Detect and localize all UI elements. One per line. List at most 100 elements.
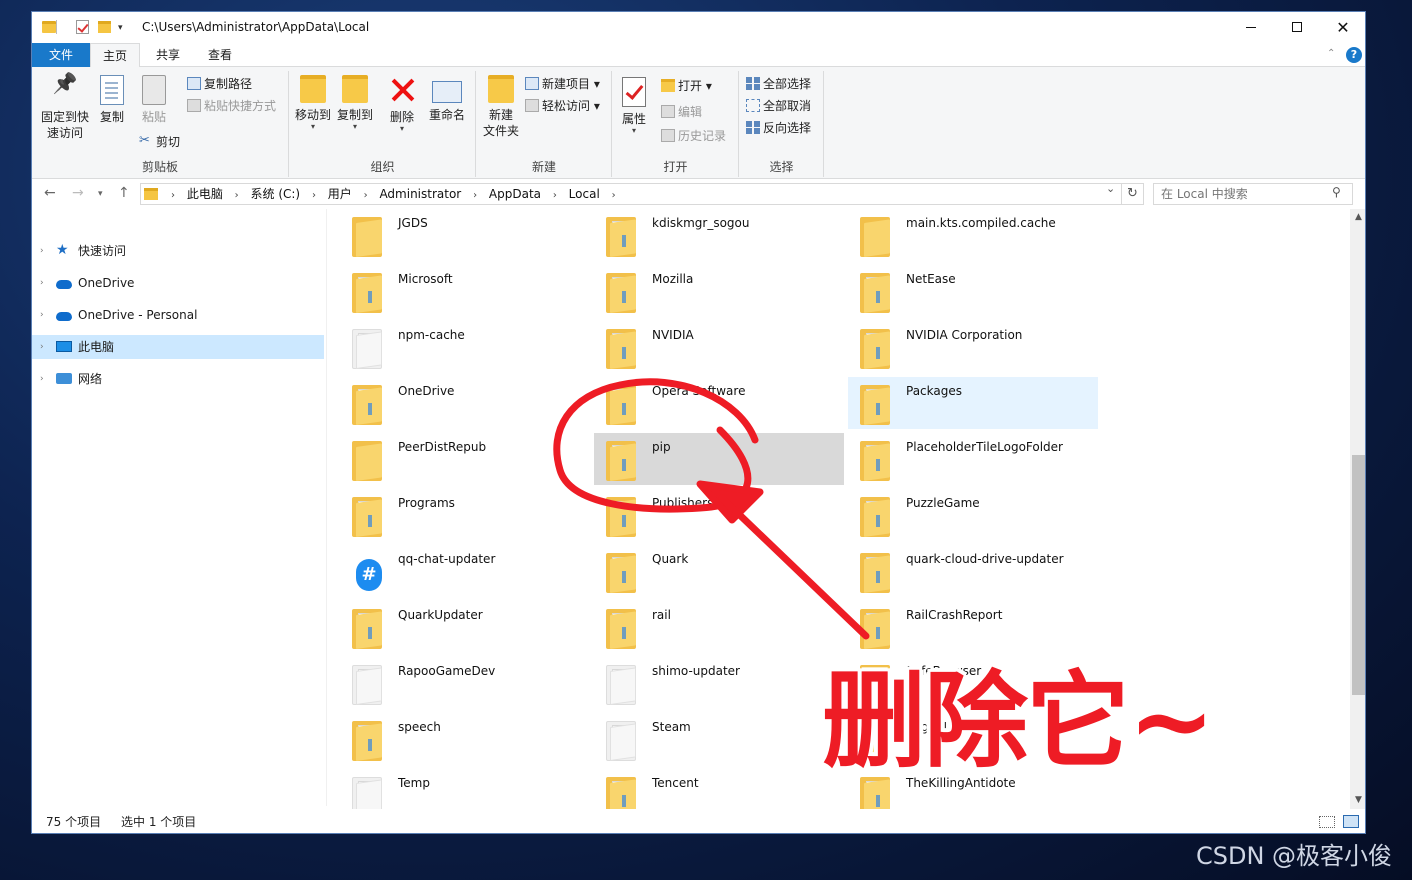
folder-item[interactable]: # Quark bbox=[594, 545, 844, 597]
new-folder-quick-icon[interactable] bbox=[98, 21, 111, 33]
copy-path-button[interactable]: 复制路径 bbox=[187, 75, 252, 93]
close-button[interactable]: ✕ bbox=[1320, 12, 1365, 43]
address-bar[interactable]: › 此电脑 › 系统 (C:) › 用户 › Administrator › A… bbox=[140, 183, 1122, 205]
breadcrumb-this-pc[interactable]: 此电脑 bbox=[187, 187, 223, 201]
ribbon-collapse-icon[interactable]: ⌃ bbox=[1327, 48, 1335, 59]
history-button[interactable]: 历史记录 bbox=[661, 127, 726, 145]
invert-selection-button[interactable]: 反向选择 bbox=[746, 119, 811, 137]
forward-button[interactable]: → bbox=[72, 185, 84, 201]
details-view-icon[interactable] bbox=[1319, 816, 1335, 828]
tab-share[interactable]: 共享 bbox=[144, 43, 192, 67]
folder-item[interactable]: # rail bbox=[594, 601, 844, 653]
delete-button[interactable]: 删除 ▾ bbox=[386, 75, 418, 133]
large-icons-view-icon[interactable] bbox=[1343, 815, 1359, 828]
chevron-right-icon[interactable]: › bbox=[40, 239, 44, 263]
back-button[interactable]: ← bbox=[44, 185, 56, 201]
chevron-right-icon[interactable]: › bbox=[40, 367, 44, 391]
breadcrumb-separator[interactable]: › bbox=[553, 190, 557, 201]
scrollbar-thumb[interactable] bbox=[1352, 455, 1365, 695]
rename-label: 重命名 bbox=[428, 108, 465, 122]
up-button[interactable]: ↑ bbox=[118, 185, 130, 201]
folder-item[interactable]: # pip bbox=[594, 433, 844, 485]
breadcrumb-separator[interactable]: › bbox=[312, 190, 316, 201]
sidebar-item-onedrive-personal[interactable]: › OneDrive - Personal bbox=[32, 303, 324, 327]
folder-item[interactable]: # OneDrive bbox=[340, 377, 590, 429]
tab-file[interactable]: 文件 bbox=[32, 43, 90, 67]
address-history-dropdown[interactable]: ⌄ bbox=[1106, 182, 1115, 195]
folder-item[interactable]: # Packages bbox=[848, 377, 1098, 429]
rename-button[interactable]: 重命名 bbox=[426, 75, 468, 123]
cut-button[interactable]: 剪切 bbox=[139, 132, 180, 151]
properties-button[interactable]: 属性 ▾ bbox=[619, 77, 649, 135]
folder-item[interactable]: # QuarkUpdater bbox=[340, 601, 590, 653]
folder-item[interactable]: # Opera Software bbox=[594, 377, 844, 429]
folder-item[interactable]: # qq-chat-updater bbox=[340, 545, 590, 597]
folder-item[interactable]: # Microsoft bbox=[340, 265, 590, 317]
breadcrumb-administrator[interactable]: Administrator bbox=[379, 187, 461, 201]
select-all-button[interactable]: 全部选择 bbox=[746, 75, 811, 93]
folder-item[interactable]: # PuzzleGame bbox=[848, 489, 1098, 541]
chevron-right-icon[interactable]: › bbox=[40, 303, 44, 327]
folder-item[interactable]: # NVIDIA Corporation bbox=[848, 321, 1098, 373]
open-button[interactable]: 打开 ▾ bbox=[661, 77, 712, 95]
chevron-right-icon[interactable]: › bbox=[40, 271, 44, 295]
breadcrumb-separator[interactable]: › bbox=[364, 190, 368, 201]
new-item-button[interactable]: 新建项目 ▾ bbox=[525, 75, 600, 93]
folder-item[interactable]: # Tencent bbox=[594, 769, 844, 809]
edit-button[interactable]: 编辑 bbox=[661, 103, 702, 121]
breadcrumb-separator[interactable]: › bbox=[171, 190, 175, 201]
breadcrumb-local[interactable]: Local bbox=[569, 187, 600, 201]
copy-button[interactable]: 复制 bbox=[96, 75, 128, 125]
help-icon[interactable]: ? bbox=[1346, 47, 1362, 63]
easy-access-button[interactable]: 轻松访问 ▾ bbox=[525, 97, 600, 115]
folder-item[interactable]: # npm-cache bbox=[340, 321, 590, 373]
copy-to-button[interactable]: 复制到 ▾ bbox=[334, 75, 376, 131]
folder-item[interactable]: # Programs bbox=[340, 489, 590, 541]
refresh-button[interactable]: ↻ bbox=[1122, 183, 1144, 205]
breadcrumb-drive-c[interactable]: 系统 (C:) bbox=[251, 187, 301, 201]
sidebar-item-network[interactable]: › 网络 bbox=[32, 367, 324, 391]
breadcrumb-separator[interactable]: › bbox=[473, 190, 477, 201]
vertical-scrollbar[interactable]: ▲ ▼ bbox=[1350, 209, 1365, 809]
recent-locations-button[interactable]: ▾ bbox=[98, 189, 103, 199]
folder-item[interactable]: # Publishers bbox=[594, 489, 844, 541]
sidebar-item-quick-access[interactable]: › ★ 快速访问 bbox=[32, 239, 324, 263]
folder-item[interactable]: # NVIDIA bbox=[594, 321, 844, 373]
scroll-up-button[interactable]: ▲ bbox=[1350, 209, 1365, 226]
paste-shortcut-button[interactable]: 粘贴快捷方式 bbox=[187, 97, 276, 115]
folder-item[interactable]: # speech bbox=[340, 713, 590, 765]
folder-name: PeerDistRepub bbox=[398, 440, 487, 454]
select-none-button[interactable]: 全部取消 bbox=[746, 97, 811, 115]
folder-item[interactable]: # PlaceholderTileLogoFolder bbox=[848, 433, 1098, 485]
new-folder-button[interactable]: 新建 文件夹 bbox=[479, 75, 523, 139]
quick-access-dropdown-icon[interactable]: ▾ bbox=[118, 23, 123, 41]
folder-item[interactable]: # Temp bbox=[340, 769, 590, 809]
pin-quick-access-button[interactable]: 固定到快 速访问 bbox=[38, 75, 92, 141]
breadcrumb-separator[interactable]: › bbox=[235, 190, 239, 201]
breadcrumb-separator[interactable]: › bbox=[612, 190, 616, 201]
folder-item[interactable]: # Mozilla bbox=[594, 265, 844, 317]
folder-item[interactable]: # PeerDistRepub bbox=[340, 433, 590, 485]
paste-button[interactable]: 粘贴 bbox=[137, 75, 171, 125]
folder-item[interactable]: # RapooGameDev bbox=[340, 657, 590, 709]
chevron-right-icon[interactable]: › bbox=[40, 335, 44, 359]
folder-item[interactable]: # shimo-updater bbox=[594, 657, 844, 709]
sidebar-item-onedrive[interactable]: › OneDrive bbox=[32, 271, 324, 295]
breadcrumb-appdata[interactable]: AppData bbox=[489, 187, 541, 201]
minimize-button[interactable] bbox=[1228, 12, 1274, 43]
breadcrumb-users[interactable]: 用户 bbox=[328, 187, 352, 201]
maximize-button[interactable] bbox=[1274, 12, 1320, 43]
tab-view[interactable]: 查看 bbox=[196, 43, 244, 67]
folder-item[interactable]: # quark-cloud-drive-updater bbox=[848, 545, 1098, 597]
scroll-down-button[interactable]: ▼ bbox=[1350, 792, 1365, 809]
tab-home[interactable]: 主页 bbox=[90, 43, 140, 68]
folder-item[interactable]: # Steam bbox=[594, 713, 844, 765]
folder-item[interactable]: # JGDS bbox=[340, 209, 590, 261]
properties-quick-icon[interactable] bbox=[76, 20, 89, 34]
folder-item[interactable]: # NetEase bbox=[848, 265, 1098, 317]
folder-item[interactable]: # kdiskmgr_sogou bbox=[594, 209, 844, 261]
sidebar-item-this-pc[interactable]: › 此电脑 bbox=[32, 335, 324, 359]
search-input[interactable] bbox=[1153, 183, 1353, 205]
folder-item[interactable]: # main.kts.compiled.cache bbox=[848, 209, 1098, 261]
move-to-button[interactable]: 移动到 ▾ bbox=[292, 75, 334, 131]
